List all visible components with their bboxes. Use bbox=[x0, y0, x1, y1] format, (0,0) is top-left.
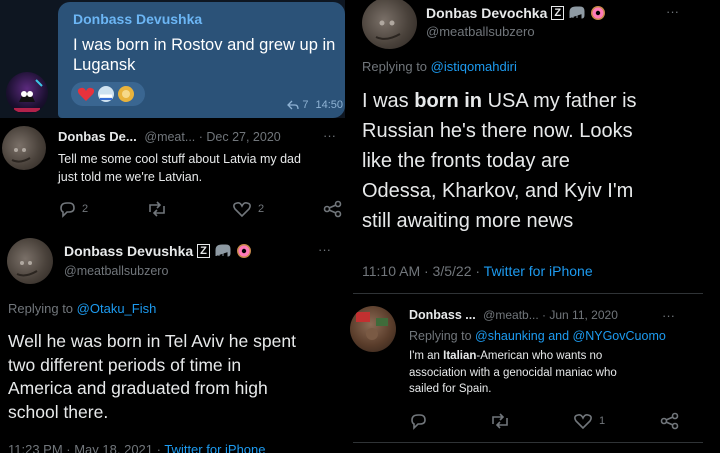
sender-name: Donbass Devushka bbox=[73, 11, 203, 27]
share-button[interactable] bbox=[660, 412, 680, 430]
donut-icon bbox=[591, 6, 606, 20]
avatar-photo-icon bbox=[11, 148, 31, 163]
replying-to-link[interactable]: @Otaku_Fish bbox=[77, 301, 157, 316]
replying-to-link[interactable]: @shaunking bbox=[475, 329, 545, 343]
replying-to: Replying to @Otaku_Fish bbox=[8, 301, 157, 316]
retweet-icon bbox=[149, 201, 165, 217]
heart-icon bbox=[233, 202, 251, 218]
divider bbox=[353, 293, 703, 294]
tweet-text-line-2: just told me we're Latvian. bbox=[58, 170, 203, 184]
share-icon bbox=[660, 412, 679, 430]
avatar[interactable] bbox=[6, 72, 48, 114]
tweet-header: Donbass ... @meatb... · Jun 11, 2020 bbox=[409, 308, 618, 322]
message-meta: 7 14:50 bbox=[287, 99, 343, 111]
avatar-photo-icon bbox=[16, 261, 38, 277]
tweet-text: I'm an Italian-American who wants no ass… bbox=[409, 350, 617, 395]
elephant-icon bbox=[215, 244, 231, 257]
more-button[interactable]: ··· bbox=[666, 4, 679, 19]
tweet-italian[interactable]: Donbass ... @meatb... · Jun 11, 2020 ···… bbox=[345, 296, 720, 453]
avatar[interactable] bbox=[7, 238, 53, 284]
tweet-timestamp[interactable]: 11:23 PM · May 18, 2021 · bbox=[8, 442, 164, 453]
tweet-text-line-1: Tell me some cool stuff about Latvia my … bbox=[58, 152, 301, 166]
handle-date: @meat... · Dec 27, 2020 bbox=[144, 130, 281, 144]
avatar-photo-icon bbox=[375, 20, 401, 40]
tweet-timestamp[interactable]: 11:10 AM · 3/5/22 · bbox=[362, 263, 484, 279]
tweet-latvia[interactable]: Donbas De... @meat... · Dec 27, 2020 ···… bbox=[0, 118, 345, 230]
retweet-icon bbox=[492, 413, 508, 429]
reply-icon bbox=[60, 202, 75, 218]
message-time: 14:50 bbox=[315, 99, 343, 111]
like-count: 1 bbox=[599, 415, 606, 427]
replying-to: Replying to @shaunking and @NYGovCuomo bbox=[409, 329, 666, 343]
heart-icon bbox=[574, 414, 592, 430]
message-line-2: Lugansk bbox=[73, 56, 136, 74]
tweet-footer: 11:10 AM · 3/5/22 · Twitter for iPhone bbox=[362, 263, 593, 279]
tweet-header: Donbas Devochka Z bbox=[426, 5, 606, 21]
tweet-source[interactable]: Twitter for iPhone bbox=[484, 263, 593, 279]
avatar[interactable] bbox=[350, 306, 396, 352]
heart-reaction-icon[interactable] bbox=[77, 86, 95, 102]
spider-avatar-icon bbox=[14, 79, 43, 112]
reply-icon bbox=[411, 414, 426, 430]
tweet-text: Well he was born in Tel Aviv he spent tw… bbox=[8, 331, 296, 422]
tweet-usa[interactable]: Donbas Devochka Z @meatballsubzero ··· R… bbox=[345, 0, 720, 296]
tweet-source[interactable]: Twitter for iPhone bbox=[164, 442, 265, 453]
user-reaction-avatar-icon bbox=[98, 86, 114, 102]
reply-count: 7 bbox=[302, 99, 309, 111]
handle[interactable]: @meatballsubzero bbox=[64, 264, 168, 278]
user-reaction-avatar-icon bbox=[118, 86, 134, 102]
display-name[interactable]: Donbass Devushka bbox=[64, 243, 193, 259]
tweet-header: Donbass Devushka Z bbox=[64, 243, 252, 259]
replying-to: Replying to @istiqomahdiri bbox=[362, 59, 517, 74]
like-count: 2 bbox=[258, 203, 265, 215]
share-icon bbox=[323, 200, 342, 218]
display-name[interactable]: Donbass ... bbox=[409, 308, 476, 322]
more-button[interactable]: ··· bbox=[318, 242, 331, 257]
reactions[interactable] bbox=[71, 82, 145, 106]
reply-button[interactable] bbox=[409, 412, 427, 430]
display-name[interactable]: Donbas Devochka bbox=[426, 5, 547, 21]
handle-date: @meatb... · Jun 11, 2020 bbox=[483, 308, 618, 322]
avatar[interactable] bbox=[2, 126, 46, 170]
donut-icon bbox=[236, 244, 251, 258]
handle[interactable]: @meatballsubzero bbox=[426, 24, 535, 39]
reply-button[interactable]: 2 bbox=[58, 200, 88, 218]
reply-icon bbox=[287, 100, 299, 110]
like-button[interactable]: 1 bbox=[573, 412, 605, 430]
message-bubble[interactable]: Donbass Devushka I was born in Rostov an… bbox=[58, 2, 345, 118]
retweet-button[interactable] bbox=[146, 200, 168, 218]
z-badge: Z bbox=[551, 6, 565, 20]
z-badge: Z bbox=[197, 244, 210, 258]
tweet-text: I was born in USA my father is Russian h… bbox=[362, 90, 637, 232]
reply-count: 2 bbox=[82, 203, 89, 215]
tweet-footer: 11:23 PM · May 18, 2021 · Twitter for iP… bbox=[8, 442, 265, 453]
retweet-button[interactable] bbox=[489, 412, 511, 430]
telegram-panel: Donbass Devushka I was born in Rostov an… bbox=[0, 0, 345, 118]
avatar[interactable] bbox=[362, 0, 417, 49]
more-button[interactable]: ··· bbox=[662, 308, 675, 323]
like-button[interactable]: 2 bbox=[232, 200, 264, 218]
replying-to-link[interactable]: @istiqomahdiri bbox=[431, 59, 517, 74]
divider bbox=[353, 442, 703, 443]
more-button[interactable]: ··· bbox=[323, 128, 336, 143]
tweet-header: Donbas De... @meat... · Dec 27, 2020 bbox=[58, 129, 281, 144]
tweet-telaviv[interactable]: Donbass Devushka Z @meatballsubzero ··· … bbox=[0, 230, 345, 453]
message-line-1: I was born in Rostov and grew up in bbox=[73, 36, 336, 54]
avatar-photo-icon bbox=[356, 312, 388, 340]
display-name[interactable]: Donbas De... bbox=[58, 129, 137, 144]
share-button[interactable] bbox=[323, 200, 343, 218]
elephant-icon bbox=[569, 6, 585, 19]
replying-to-link[interactable]: @NYGovCuomo bbox=[573, 329, 666, 343]
